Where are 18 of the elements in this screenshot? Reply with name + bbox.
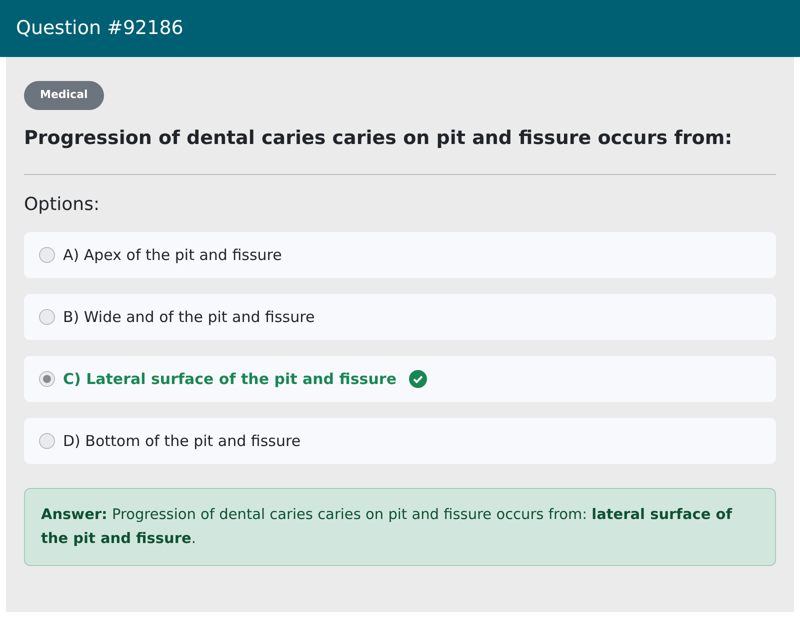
option-row[interactable]: C) Lateral surface of the pit and fissure: [24, 356, 776, 402]
option-row[interactable]: D) Bottom of the pit and fissure: [24, 418, 776, 464]
radio-button[interactable]: [39, 309, 55, 325]
option-label: B) Wide and of the pit and fissure: [63, 306, 315, 328]
category-badge: Medical: [24, 81, 104, 110]
answer-text: Answer: Progression of dental caries caries on pit and fissure occurs from: lateral surface of the pit and fissure.: [41, 506, 734, 549]
radio-button[interactable]: [39, 371, 55, 387]
radio-button[interactable]: [39, 247, 55, 263]
option-row[interactable]: A) Apex of the pit and fissure: [24, 232, 776, 278]
option-label: D) Bottom of the pit and fissure: [63, 430, 301, 452]
option-label: C) Lateral surface of the pit and fissure: [63, 368, 396, 390]
question-text: Progression of dental caries caries on pit and fissure occurs from:: [24, 126, 734, 150]
radio-button[interactable]: [39, 433, 55, 449]
check-circle-icon: [408, 370, 426, 388]
option-row[interactable]: B) Wide and of the pit and fissure: [24, 294, 776, 340]
options-heading: Options:: [24, 193, 101, 217]
option-label: A) Apex of the pit and fissure: [63, 244, 282, 266]
question-title: Question #92186: [16, 16, 184, 42]
